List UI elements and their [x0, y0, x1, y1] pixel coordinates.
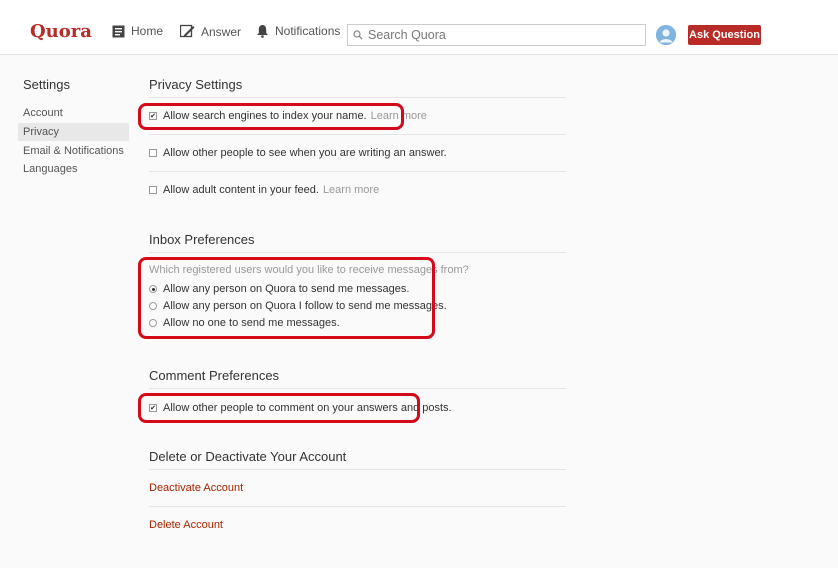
nav-notifications-label: Notifications	[275, 24, 341, 38]
privacy-settings-title: Privacy Settings	[149, 77, 243, 92]
option-label: Allow search engines to index your name.	[163, 110, 367, 122]
learn-more-link[interactable]: Learn more	[323, 184, 379, 196]
sidebar-item-privacy[interactable]: Privacy	[18, 123, 129, 141]
quora-logo[interactable]: Quora	[30, 21, 92, 42]
option-label: Allow any person on Quora I follow to se…	[163, 300, 447, 312]
nav-answer[interactable]: Answer	[180, 24, 241, 39]
comment-preferences-title: Comment Preferences	[149, 368, 280, 383]
option-label: Allow other people to comment on your an…	[163, 402, 452, 414]
sidebar-item-languages[interactable]: Languages	[18, 160, 129, 178]
option-writing-visibility[interactable]: Allow other people to see when you are w…	[149, 147, 447, 159]
sidebar-title: Settings	[23, 77, 70, 92]
user-icon	[656, 25, 676, 45]
nav-notifications[interactable]: Notifications	[256, 24, 340, 38]
nav-home-label: Home	[131, 24, 164, 38]
adult-content-checkbox[interactable]	[149, 186, 157, 194]
pencil-icon	[180, 24, 195, 38]
inbox-question: Which registered users would you like to…	[149, 264, 469, 276]
sidebar-item-email-notifications[interactable]: Email & Notifications	[18, 142, 129, 160]
sidebar-item-account[interactable]: Account	[18, 104, 129, 122]
bell-icon	[257, 25, 268, 38]
search-icon	[353, 30, 363, 40]
ask-question-button[interactable]: Ask Question	[688, 25, 761, 45]
option-label: Allow no one to send me messages.	[163, 317, 340, 329]
search-box[interactable]	[347, 24, 646, 46]
top-header: Quora Home Answer Notifications Search Q…	[0, 0, 838, 55]
option-followed-messages[interactable]: Allow any person on Quora I follow to se…	[149, 300, 447, 312]
option-no-messages[interactable]: Allow no one to send me messages.	[149, 317, 340, 329]
search-input[interactable]	[368, 28, 638, 42]
deactivate-account-link[interactable]: Deactivate Account	[149, 482, 243, 494]
divider	[149, 97, 566, 98]
option-label: Allow other people to see when you are w…	[163, 147, 447, 159]
search-engines-checkbox[interactable]: ✔	[149, 112, 157, 120]
followed-radio[interactable]	[149, 302, 157, 310]
learn-more-link[interactable]: Learn more	[371, 110, 427, 122]
no-one-radio[interactable]	[149, 319, 157, 327]
divider	[149, 469, 566, 470]
option-label: Allow any person on Quora to send me mes…	[163, 283, 410, 295]
nav-home[interactable]: Home	[112, 24, 163, 38]
option-anyone-messages[interactable]: Allow any person on Quora to send me mes…	[149, 283, 409, 295]
user-avatar[interactable]	[656, 25, 676, 45]
option-search-engines-index[interactable]: ✔ Allow search engines to index your nam…	[149, 110, 427, 122]
option-allow-comments[interactable]: ✔ Allow other people to comment on your …	[149, 402, 452, 414]
anyone-radio[interactable]	[149, 285, 157, 293]
writing-visibility-checkbox[interactable]	[149, 149, 157, 157]
inbox-preferences-title: Inbox Preferences	[149, 232, 255, 247]
divider	[149, 252, 566, 253]
divider	[149, 171, 566, 172]
divider	[149, 506, 566, 507]
allow-comments-checkbox[interactable]: ✔	[149, 404, 157, 412]
option-label: Allow adult content in your feed.	[163, 184, 319, 196]
delete-account-link[interactable]: Delete Account	[149, 519, 223, 531]
divider	[149, 388, 566, 389]
nav-answer-label: Answer	[201, 24, 242, 39]
option-adult-content[interactable]: Allow adult content in your feed. Learn …	[149, 184, 379, 196]
divider	[149, 134, 566, 135]
home-icon	[112, 25, 125, 37]
account-section-title: Delete or Deactivate Your Account	[149, 449, 347, 464]
